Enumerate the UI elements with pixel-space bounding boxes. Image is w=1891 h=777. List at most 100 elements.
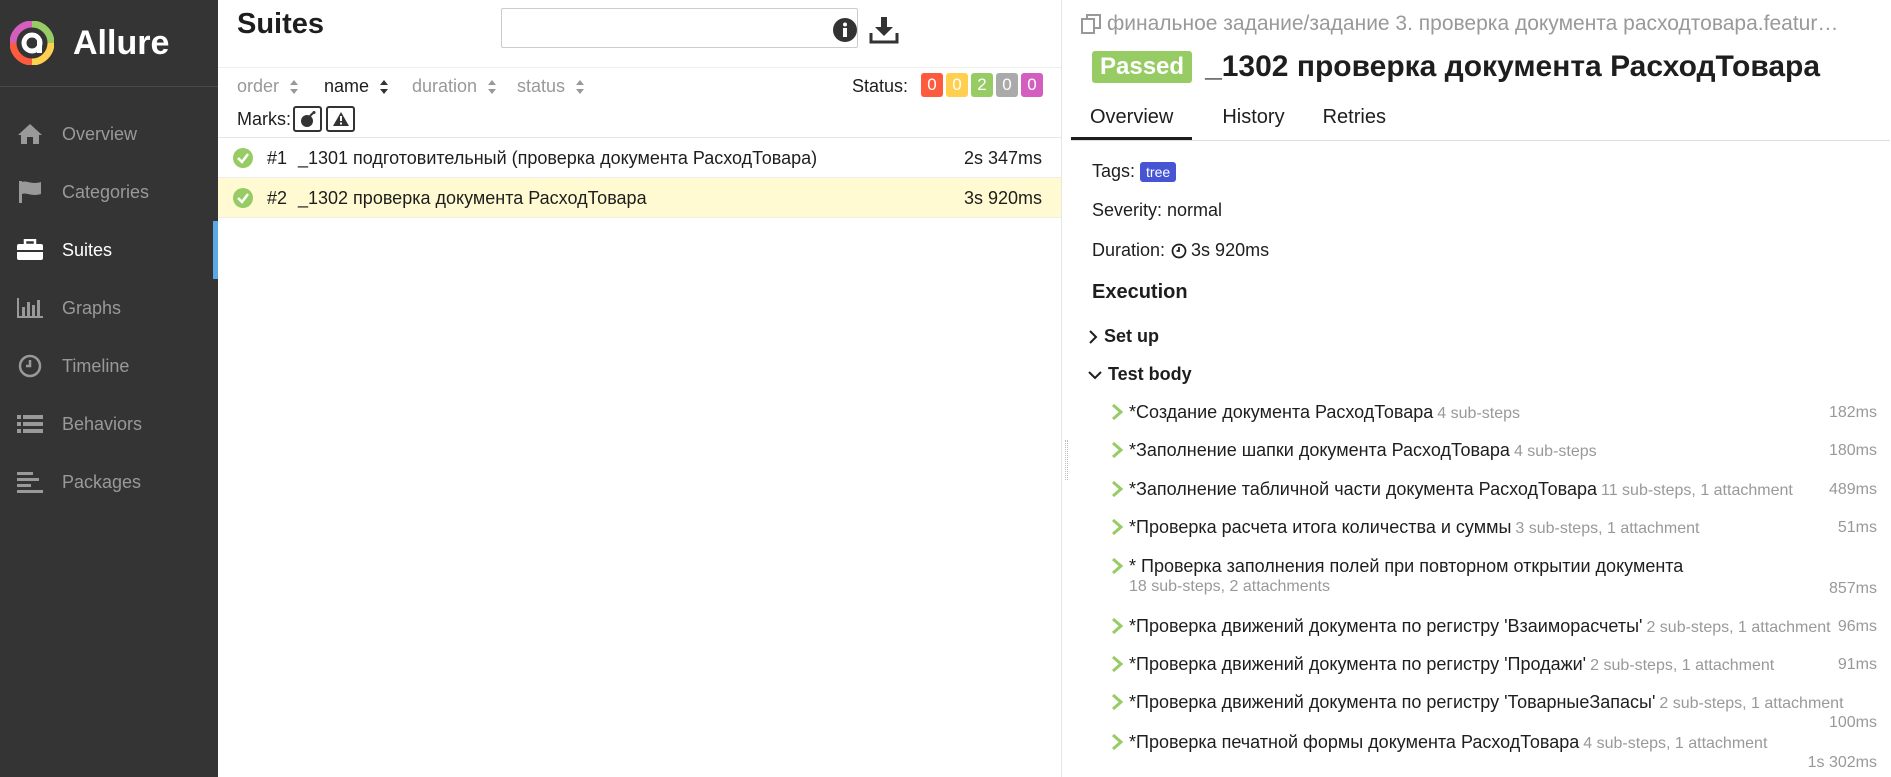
step-duration: 51ms bbox=[1837, 519, 1877, 536]
step-duration: 96ms bbox=[1837, 618, 1877, 635]
sidebar-item-graphs[interactable]: Graphs bbox=[0, 279, 218, 337]
sidebar-item-label: Packages bbox=[62, 471, 142, 492]
detail-tabs: Overview History Retries bbox=[1071, 97, 1890, 141]
flaky-mark-button[interactable] bbox=[293, 106, 322, 132]
clock-icon bbox=[1171, 243, 1187, 258]
tab-overview[interactable]: Overview bbox=[1071, 97, 1193, 140]
status-count-unknown[interactable]: 0 bbox=[1021, 73, 1043, 97]
table-row[interactable]: #1 _1301 подготовительный (проверка доку… bbox=[218, 138, 1061, 178]
status-count-passed[interactable]: 2 bbox=[971, 73, 993, 97]
step-substeps: 4 sub-steps bbox=[1437, 405, 1521, 422]
allure-logo-icon bbox=[10, 21, 54, 65]
step-name: *Проверка движений документа по регистру… bbox=[1129, 654, 1587, 674]
sidebar-item-label: Overview bbox=[62, 123, 138, 144]
step-substeps: 18 sub-steps, 2 attachments bbox=[1129, 578, 1330, 595]
step-duration: 180ms bbox=[1828, 442, 1877, 459]
status-badge: Passed bbox=[1092, 51, 1193, 83]
sidebar-item-label: Graphs bbox=[62, 297, 122, 318]
passed-check-icon bbox=[233, 148, 253, 168]
sort-name[interactable]: name bbox=[324, 76, 389, 97]
status-count-failed[interactable]: 0 bbox=[921, 73, 943, 97]
status-count-broken[interactable]: 0 bbox=[946, 73, 968, 97]
step-substeps: 2 sub-steps, 1 attachment bbox=[1646, 619, 1831, 636]
sort-status[interactable]: status bbox=[517, 76, 585, 97]
sort-order[interactable]: order bbox=[237, 76, 299, 97]
sort-order-label: order bbox=[237, 76, 280, 96]
tab-history[interactable]: History bbox=[1203, 97, 1303, 140]
tags-label: Tags: bbox=[1092, 161, 1136, 181]
suites-pane: Suites order name duration status Status… bbox=[218, 0, 1062, 777]
sort-name-label: name bbox=[324, 76, 370, 96]
sidebar-item-suites[interactable]: Suites bbox=[0, 221, 218, 279]
search-input[interactable] bbox=[501, 8, 858, 48]
status-filter: 0 0 2 0 0 bbox=[921, 73, 1043, 97]
marks-bar: Marks: bbox=[218, 102, 1061, 138]
test-path[interactable]: финальное задание/задание 3. проверка до… bbox=[1081, 12, 1838, 36]
tab-retries[interactable]: Retries bbox=[1304, 97, 1405, 140]
duration-row: Duration: 3s 920ms bbox=[1092, 240, 1269, 261]
bar-chart-icon bbox=[14, 295, 46, 321]
marks-label: Marks: bbox=[237, 109, 291, 129]
splitter-grip bbox=[1065, 440, 1068, 480]
test-body-section[interactable]: Test body bbox=[1088, 364, 1192, 385]
sidebar-item-behaviors[interactable]: Behaviors bbox=[0, 395, 218, 453]
sidebar-item-categories[interactable]: Categories bbox=[0, 163, 218, 221]
passed-check-icon bbox=[233, 188, 253, 208]
bomb-icon bbox=[300, 111, 315, 127]
pane-splitter[interactable] bbox=[1062, 0, 1071, 777]
step-name: *Заполнение шапки документа РасходТовара bbox=[1129, 440, 1510, 460]
duration-value: 3s 920ms bbox=[1191, 240, 1270, 260]
sidebar-item-label: Timeline bbox=[62, 355, 130, 376]
step-name: *Создание документа РасходТовара bbox=[1129, 402, 1434, 422]
setup-label: Set up bbox=[1104, 326, 1160, 346]
info-button[interactable] bbox=[830, 14, 860, 46]
sort-status-label: status bbox=[517, 76, 566, 96]
test-title-row: Passed _1302 проверка документа РасходТо… bbox=[1092, 50, 1820, 84]
chevron-right-icon bbox=[1112, 558, 1123, 574]
step-duration: 1s 302ms bbox=[1807, 754, 1877, 771]
known-mark-button[interactable] bbox=[326, 106, 355, 132]
status-count-skipped[interactable]: 0 bbox=[996, 73, 1018, 97]
setup-section[interactable]: Set up bbox=[1088, 326, 1159, 347]
chevron-right-icon bbox=[1112, 734, 1123, 750]
sort-bar: order name duration status Status: 0 0 2… bbox=[218, 68, 1061, 102]
row-name: _1302 проверка документа РасходТовара bbox=[298, 188, 647, 208]
test-body-label: Test body bbox=[1108, 364, 1192, 384]
tags-row: Tags: tree bbox=[1092, 161, 1177, 182]
table-row[interactable]: #2 _1302 проверка документа РасходТовара… bbox=[218, 178, 1061, 218]
sort-duration-label: duration bbox=[412, 76, 478, 96]
sidebar-nav: Overview Categories Suites Graphs Timeli… bbox=[0, 105, 218, 511]
sidebar-item-packages[interactable]: Packages bbox=[0, 453, 218, 511]
step-duration: 91ms bbox=[1837, 656, 1877, 673]
test-title: _1302 проверка документа РасходТовара bbox=[1205, 50, 1821, 83]
step-name: *Проверка печатной формы документа Расхо… bbox=[1129, 732, 1580, 752]
page-title: Suites bbox=[237, 8, 325, 40]
tag-badge[interactable]: tree bbox=[1140, 161, 1177, 182]
download-button[interactable] bbox=[869, 14, 899, 46]
clock-icon bbox=[14, 353, 46, 379]
brand[interactable]: Allure bbox=[0, 0, 218, 87]
sort-icon bbox=[290, 79, 299, 94]
row-index: #1 bbox=[267, 148, 288, 168]
sort-duration[interactable]: duration bbox=[412, 76, 497, 97]
briefcase-icon bbox=[14, 237, 46, 263]
step-substeps: 11 sub-steps, 1 attachment bbox=[1601, 482, 1793, 499]
step-name: * Проверка заполнения полей при повторно… bbox=[1129, 556, 1684, 576]
chevron-right-icon bbox=[1112, 442, 1123, 458]
suites-header: Suites bbox=[218, 0, 1061, 68]
home-icon bbox=[14, 121, 46, 147]
step-name: *Проверка движений документа по регистру… bbox=[1129, 616, 1643, 636]
status-filter-label: Status: bbox=[851, 76, 908, 96]
step-name: *Проверка расчета итога количества и сум… bbox=[1129, 517, 1512, 537]
step-substeps: 4 sub-steps bbox=[1513, 443, 1597, 460]
sort-icon bbox=[380, 79, 389, 94]
step-substeps: 2 sub-steps, 1 attachment bbox=[1590, 657, 1775, 674]
row-duration: 2s 347ms bbox=[963, 148, 1042, 168]
step-duration: 489ms bbox=[1828, 481, 1877, 498]
sidebar-item-label: Categories bbox=[62, 181, 150, 202]
sidebar-item-overview[interactable]: Overview bbox=[0, 105, 218, 163]
step-name: *Проверка движений документа по регистру… bbox=[1129, 692, 1656, 712]
chevron-right-icon bbox=[1112, 656, 1123, 672]
sidebar-item-timeline[interactable]: Timeline bbox=[0, 337, 218, 395]
chevron-right-icon bbox=[1089, 329, 1098, 344]
